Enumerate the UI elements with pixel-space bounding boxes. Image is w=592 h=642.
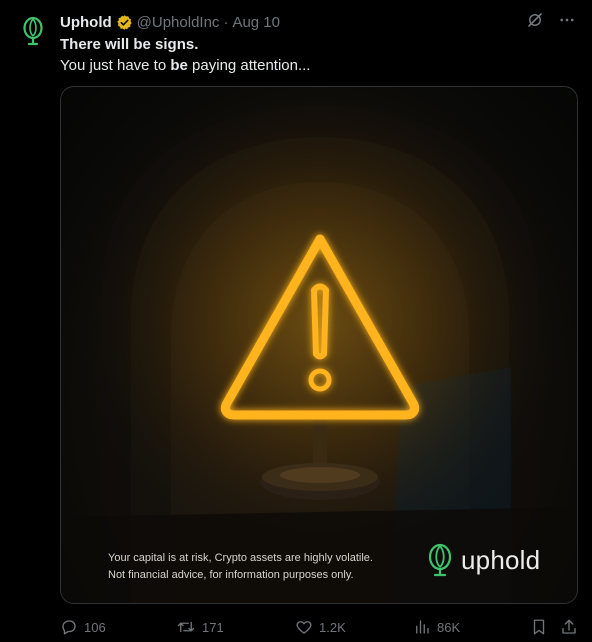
warning-sign-scene xyxy=(61,87,577,603)
repost-button[interactable]: 171 xyxy=(176,618,224,636)
heart-icon xyxy=(296,621,312,634)
views-button[interactable]: 86K xyxy=(413,618,460,636)
tweet-text-part: paying attention... xyxy=(187,57,311,74)
media-brand-logo: uphold xyxy=(427,543,540,577)
author-handle[interactable]: @UpholdInc xyxy=(137,14,220,31)
repost-count: 171 xyxy=(202,619,224,635)
disclaimer-line1: Your capital is at risk, Crypto assets a… xyxy=(108,552,373,564)
tweet: Uphold @UpholdInc · Aug 10 There will be… xyxy=(0,0,592,642)
bookmark-button[interactable] xyxy=(530,618,548,636)
uphold-logo-icon xyxy=(23,16,43,46)
bookmark-icon xyxy=(533,619,545,635)
repost-icon xyxy=(177,621,195,633)
reply-button[interactable]: 106 xyxy=(60,618,106,636)
tweet-media-image[interactable]: Your capital is at risk, Crypto assets a… xyxy=(60,86,578,604)
tweet-text: There will be signs. You just have to be… xyxy=(60,34,576,76)
share-icon xyxy=(562,619,576,634)
disclaimer-line2: Not financial advice, for information pu… xyxy=(108,569,354,581)
tweet-header: Uphold @UpholdInc · Aug 10 xyxy=(60,12,576,32)
author-name[interactable]: Uphold xyxy=(60,14,112,31)
more-icon[interactable] xyxy=(558,11,576,33)
views-count: 86K xyxy=(437,619,461,635)
grok-icon[interactable] xyxy=(526,11,544,33)
verified-badge-icon[interactable] xyxy=(116,14,133,31)
share-button[interactable] xyxy=(560,618,578,636)
like-button[interactable]: 1.2K xyxy=(295,618,346,636)
tweet-text-line2: You just have to be paying attention... xyxy=(60,55,576,76)
uphold-logo-icon xyxy=(428,543,452,577)
separator-dot: · xyxy=(223,13,229,31)
tweet-actions: 106 171 1.2K 86K xyxy=(60,616,578,638)
tweet-text-bold: be xyxy=(170,57,188,74)
reply-icon xyxy=(62,620,76,635)
tweet-date[interactable]: Aug 10 xyxy=(232,14,280,31)
brand-wordmark: uphold xyxy=(461,544,541,575)
media-disclaimer: Your capital is at risk, Crypto assets a… xyxy=(108,550,428,584)
views-icon xyxy=(416,620,429,634)
author-avatar[interactable] xyxy=(16,14,50,48)
tweet-text-line1: There will be signs. xyxy=(60,36,199,53)
reply-count: 106 xyxy=(84,619,106,635)
tweet-text-part: You just have to xyxy=(60,57,171,74)
like-count: 1.2K xyxy=(319,619,346,635)
header-actions xyxy=(526,12,576,32)
